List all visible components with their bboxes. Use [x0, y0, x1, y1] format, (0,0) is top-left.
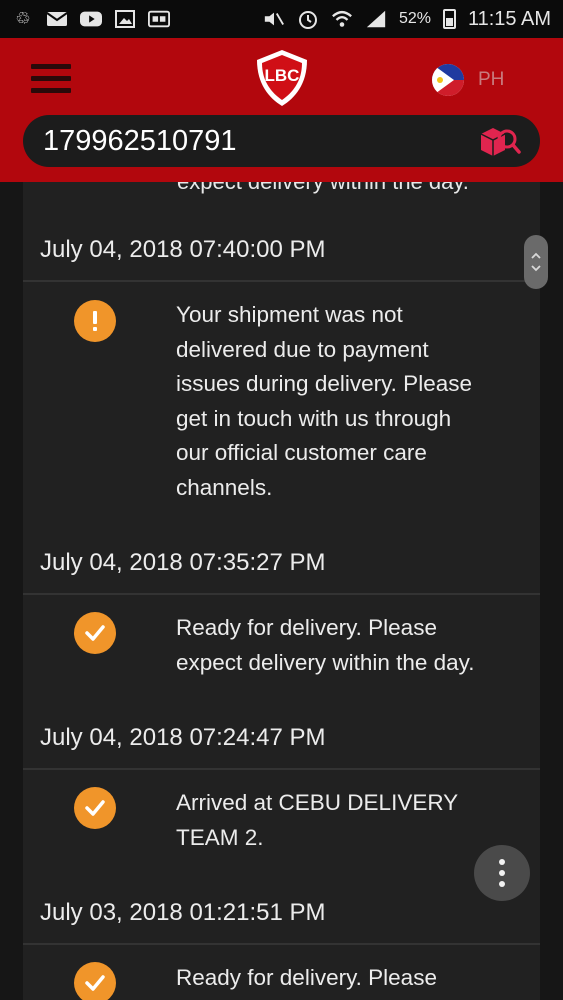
language-selector[interactable]: PH: [432, 64, 504, 96]
event-description: Your shipment was not delivered due to p…: [176, 298, 526, 505]
exclamation-icon: [74, 300, 116, 342]
check-icon: [74, 612, 116, 654]
event-line: Ready for delivery. Please: [176, 965, 437, 990]
sync-icon: ♲: [15, 9, 31, 28]
ge-icon: [148, 10, 170, 28]
event-line: expect delivery within the day.: [176, 649, 475, 675]
status-bar: ♲ 52% 11:15 AM: [0, 0, 563, 38]
dot-icon: [499, 859, 505, 865]
mute-icon: [263, 10, 285, 28]
system-icons: 52% 11:15 AM: [263, 8, 551, 31]
package-search-icon[interactable]: [476, 123, 524, 159]
event-description: Ready for delivery. Please: [176, 961, 526, 996]
lbc-logo[interactable]: LBC: [247, 46, 317, 110]
language-code: PH: [478, 69, 505, 90]
check-icon: [74, 787, 116, 829]
chevron-down-icon: [531, 265, 541, 272]
divider: [23, 768, 540, 770]
event-line: channels.: [176, 474, 273, 500]
event-description: Ready for delivery. Please expect delive…: [176, 611, 526, 680]
check-icon: [74, 962, 116, 1000]
clock: 11:15 AM: [467, 7, 551, 30]
chevron-up-icon: [531, 252, 541, 259]
event-line: TEAM 2.: [176, 824, 264, 850]
dot-icon: [499, 881, 505, 887]
divider: [23, 943, 540, 945]
event-line: Your shipment was not: [176, 302, 403, 327]
event-line: our official customer care: [176, 440, 427, 465]
battery-icon: [442, 9, 456, 29]
event-description-partial: expect delivery within the day.: [177, 182, 469, 199]
tracking-timeline: expect delivery within the day. July 04,…: [23, 182, 540, 1000]
mail-icon: [46, 10, 68, 28]
alarm-icon: [297, 10, 319, 29]
event-date: July 03, 2018 01:21:51 PM: [40, 899, 326, 926]
more-options-button[interactable]: [474, 845, 530, 901]
tracking-search-bar: [23, 115, 540, 167]
event-line: issues during delivery. Please: [176, 371, 472, 396]
tracking-number-input[interactable]: [43, 124, 423, 158]
philippines-flag-icon: [432, 64, 464, 96]
event-line: Arrived at CEBU DELIVERY: [176, 790, 459, 815]
event-description: Arrived at CEBU DELIVERY TEAM 2.: [176, 786, 526, 855]
gallery-icon: [114, 10, 136, 28]
logo-text: LBC: [265, 66, 300, 85]
dot-icon: [499, 870, 505, 876]
notification-icons: ♲: [12, 9, 170, 28]
signal-icon: [365, 10, 387, 28]
event-date: July 04, 2018 07:35:27 PM: [40, 549, 326, 576]
scrollbar-thumb[interactable]: [524, 235, 548, 289]
event-line: get in touch with us through: [176, 405, 452, 431]
divider: [23, 593, 540, 595]
battery-percent: 52%: [398, 10, 431, 27]
divider: [23, 280, 540, 282]
wifi-icon: [331, 10, 353, 28]
event-line: delivered due to payment: [176, 336, 429, 362]
event-date: July 04, 2018 07:40:00 PM: [40, 236, 326, 263]
youtube-icon: [80, 10, 102, 28]
event-line: Ready for delivery. Please: [176, 615, 437, 640]
event-date: July 04, 2018 07:24:47 PM: [40, 724, 326, 751]
menu-icon[interactable]: [31, 64, 71, 94]
